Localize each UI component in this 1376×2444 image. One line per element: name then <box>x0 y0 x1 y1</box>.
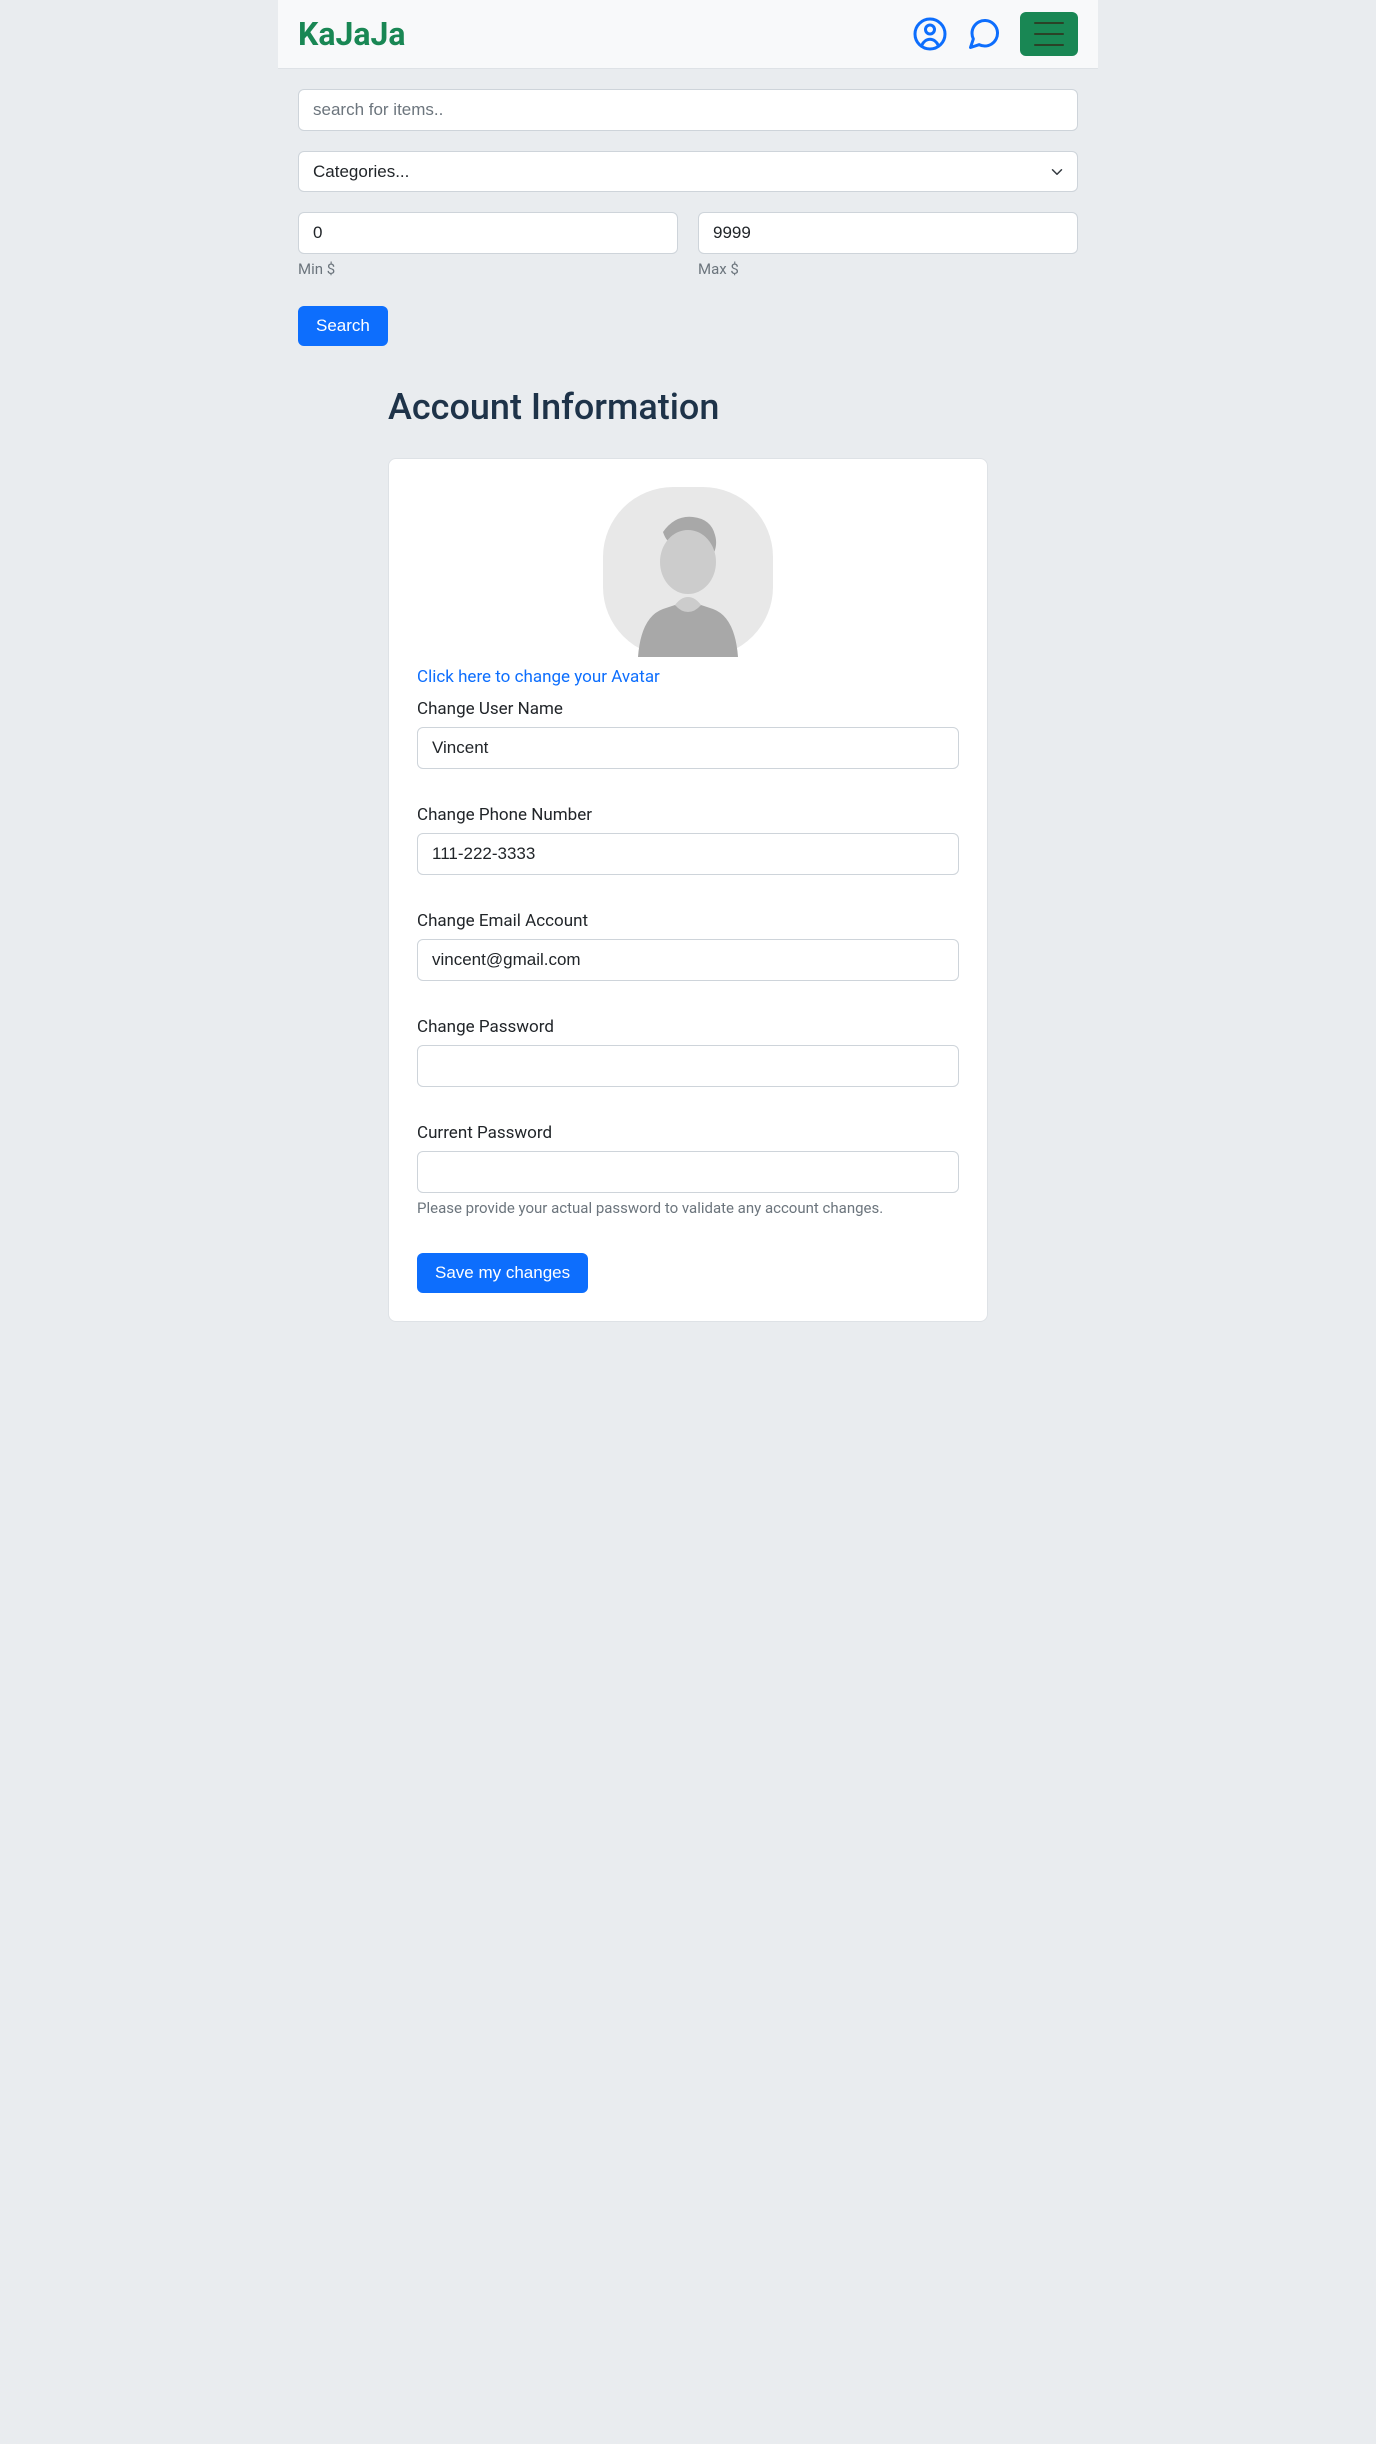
hamburger-icon <box>1034 22 1064 46</box>
user-icon[interactable] <box>912 16 948 52</box>
max-price-label: Max $ <box>698 260 1078 278</box>
brand-logo[interactable]: KaJaJa <box>298 15 405 53</box>
current-password-group: Current Password Please provide your act… <box>417 1123 959 1217</box>
current-password-label: Current Password <box>417 1123 959 1143</box>
account-card: Click here to change your Avatar Change … <box>388 458 988 1322</box>
categories-select[interactable]: Categories... <box>298 151 1078 192</box>
page-title: Account Information <box>388 386 1078 428</box>
search-input[interactable] <box>298 89 1078 131</box>
max-price-input[interactable] <box>698 212 1078 254</box>
change-avatar-link[interactable]: Click here to change your Avatar <box>417 667 660 687</box>
min-price-input[interactable] <box>298 212 678 254</box>
phone-group: Change Phone Number <box>417 805 959 875</box>
menu-toggle-button[interactable] <box>1020 12 1078 56</box>
navbar: KaJaJa <box>278 0 1098 69</box>
email-label: Change Email Account <box>417 911 959 931</box>
username-label: Change User Name <box>417 699 959 719</box>
chat-icon[interactable] <box>966 16 1002 52</box>
price-row: Min $ Max $ <box>298 212 1078 278</box>
current-password-help: Please provide your actual password to v… <box>417 1199 959 1217</box>
email-input[interactable] <box>417 939 959 981</box>
content: Account Information Click here to change… <box>278 386 1098 1352</box>
password-input[interactable] <box>417 1045 959 1087</box>
avatar-placeholder-icon <box>603 487 773 657</box>
phone-input[interactable] <box>417 833 959 875</box>
phone-label: Change Phone Number <box>417 805 959 825</box>
search-button[interactable]: Search <box>298 306 388 346</box>
current-password-input[interactable] <box>417 1151 959 1193</box>
save-button[interactable]: Save my changes <box>417 1253 588 1293</box>
username-group: Change User Name <box>417 699 959 769</box>
password-label: Change Password <box>417 1017 959 1037</box>
min-price-label: Min $ <box>298 260 678 278</box>
username-input[interactable] <box>417 727 959 769</box>
avatar-container: Click here to change your Avatar <box>417 487 959 687</box>
min-price-col: Min $ <box>298 212 678 278</box>
max-price-col: Max $ <box>698 212 1078 278</box>
password-group: Change Password <box>417 1017 959 1087</box>
email-group: Change Email Account <box>417 911 959 981</box>
search-section: Categories... Min $ Max $ Search <box>278 69 1098 366</box>
nav-right <box>912 12 1078 56</box>
